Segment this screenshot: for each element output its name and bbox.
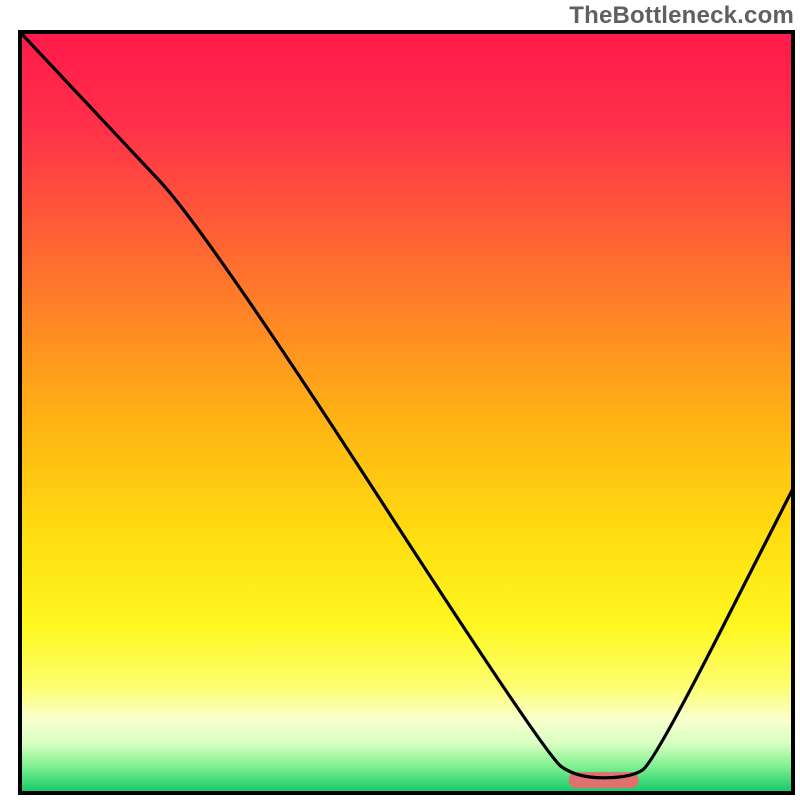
chart-svg (0, 0, 800, 800)
watermark-text: TheBottleneck.com (569, 2, 794, 30)
chart-stage: TheBottleneck.com (0, 0, 800, 800)
plot-area (20, 32, 793, 793)
gradient-background (20, 32, 793, 793)
